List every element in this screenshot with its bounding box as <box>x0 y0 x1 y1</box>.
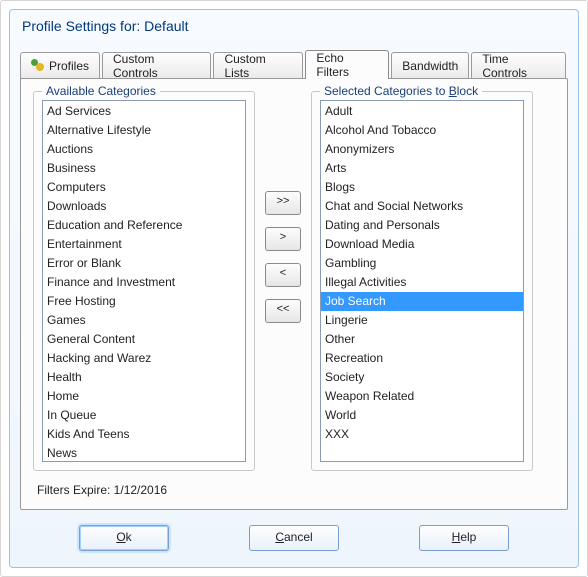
list-item[interactable]: Illegal Activities <box>321 273 523 292</box>
move-all-right-button[interactable]: >> <box>265 191 301 215</box>
list-item[interactable]: Computers <box>43 178 245 197</box>
tab-label: Custom Controls <box>113 52 200 80</box>
echo-filters-panel: Available Categories Ad ServicesAlternat… <box>20 78 568 510</box>
list-item[interactable]: Blogs <box>321 178 523 197</box>
help-button[interactable]: Help <box>419 525 509 551</box>
list-item[interactable]: Hacking and Warez <box>43 349 245 368</box>
list-item[interactable]: Weapon Related <box>321 387 523 406</box>
filters-expire-label: Filters Expire: 1/12/2016 <box>33 473 555 501</box>
move-right-button[interactable]: > <box>265 227 301 251</box>
list-item[interactable]: Entertainment <box>43 235 245 254</box>
list-item[interactable]: Gambling <box>321 254 523 273</box>
list-item[interactable]: Kids And Teens <box>43 425 245 444</box>
tab-label: Profiles <box>49 59 89 73</box>
selected-categories-legend: Selected Categories to Block <box>320 84 482 98</box>
list-item[interactable]: Other <box>321 330 523 349</box>
selected-categories-group: Selected Categories to Block AdultAlcoho… <box>311 91 533 471</box>
list-item[interactable]: World <box>321 406 523 425</box>
list-item[interactable]: Job Search <box>321 292 523 311</box>
profile-settings-dialog: Profile Settings for: Default Profiles Cu… <box>9 9 579 568</box>
list-item[interactable]: Education and Reference <box>43 216 245 235</box>
tab-bar: Profiles Custom Controls Custom Lists Echo … <box>10 40 578 79</box>
available-categories-group: Available Categories Ad ServicesAlternat… <box>33 91 255 471</box>
list-item[interactable]: Download Media <box>321 235 523 254</box>
list-item[interactable]: Auctions <box>43 140 245 159</box>
tab-custom-controls[interactable]: Custom Controls <box>102 52 211 79</box>
ok-button[interactable]: Ok <box>79 525 169 551</box>
profiles-icon <box>31 59 45 73</box>
list-item[interactable]: News <box>43 444 245 462</box>
list-item[interactable]: Lingerie <box>321 311 523 330</box>
list-item[interactable]: Ad Services <box>43 102 245 121</box>
list-item[interactable]: Recreation <box>321 349 523 368</box>
move-all-left-button[interactable]: << <box>265 299 301 323</box>
list-item[interactable]: Games <box>43 311 245 330</box>
selected-categories-listbox[interactable]: AdultAlcohol And TobaccoAnonymizersArtsB… <box>320 100 524 462</box>
list-item[interactable]: Alternative Lifestyle <box>43 121 245 140</box>
tab-time-controls[interactable]: Time Controls <box>471 52 566 79</box>
dialog-button-bar: Ok Cancel Help <box>10 511 578 567</box>
available-categories-legend: Available Categories <box>42 84 160 98</box>
available-categories-listbox[interactable]: Ad ServicesAlternative LifestyleAuctions… <box>42 100 246 462</box>
list-item[interactable]: General Content <box>43 330 245 349</box>
list-item[interactable]: XXX <box>321 425 523 444</box>
tab-bandwidth[interactable]: Bandwidth <box>391 52 469 79</box>
list-item[interactable]: Anonymizers <box>321 140 523 159</box>
tab-custom-lists[interactable]: Custom Lists <box>213 52 303 79</box>
move-left-button[interactable]: < <box>265 263 301 287</box>
list-item[interactable]: Error or Blank <box>43 254 245 273</box>
list-item[interactable]: Chat and Social Networks <box>321 197 523 216</box>
tab-label: Echo Filters <box>316 51 378 79</box>
list-item[interactable]: Finance and Investment <box>43 273 245 292</box>
move-buttons: >> > < << <box>265 191 301 323</box>
list-item[interactable]: Home <box>43 387 245 406</box>
list-item[interactable]: Alcohol And Tobacco <box>321 121 523 140</box>
list-item[interactable]: Dating and Personals <box>321 216 523 235</box>
tab-profiles[interactable]: Profiles <box>20 52 100 79</box>
tab-label: Custom Lists <box>224 52 292 80</box>
list-item[interactable]: Business <box>43 159 245 178</box>
list-item[interactable]: Adult <box>321 102 523 121</box>
list-item[interactable]: Arts <box>321 159 523 178</box>
dialog-title: Profile Settings for: Default <box>10 10 578 40</box>
list-item[interactable]: Health <box>43 368 245 387</box>
list-item[interactable]: Downloads <box>43 197 245 216</box>
list-item[interactable]: Society <box>321 368 523 387</box>
list-item[interactable]: Free Hosting <box>43 292 245 311</box>
cancel-button[interactable]: Cancel <box>249 525 339 551</box>
tab-label: Time Controls <box>482 52 555 80</box>
tab-label: Bandwidth <box>402 59 458 73</box>
list-item[interactable]: In Queue <box>43 406 245 425</box>
tab-echo-filters[interactable]: Echo Filters <box>305 50 389 79</box>
